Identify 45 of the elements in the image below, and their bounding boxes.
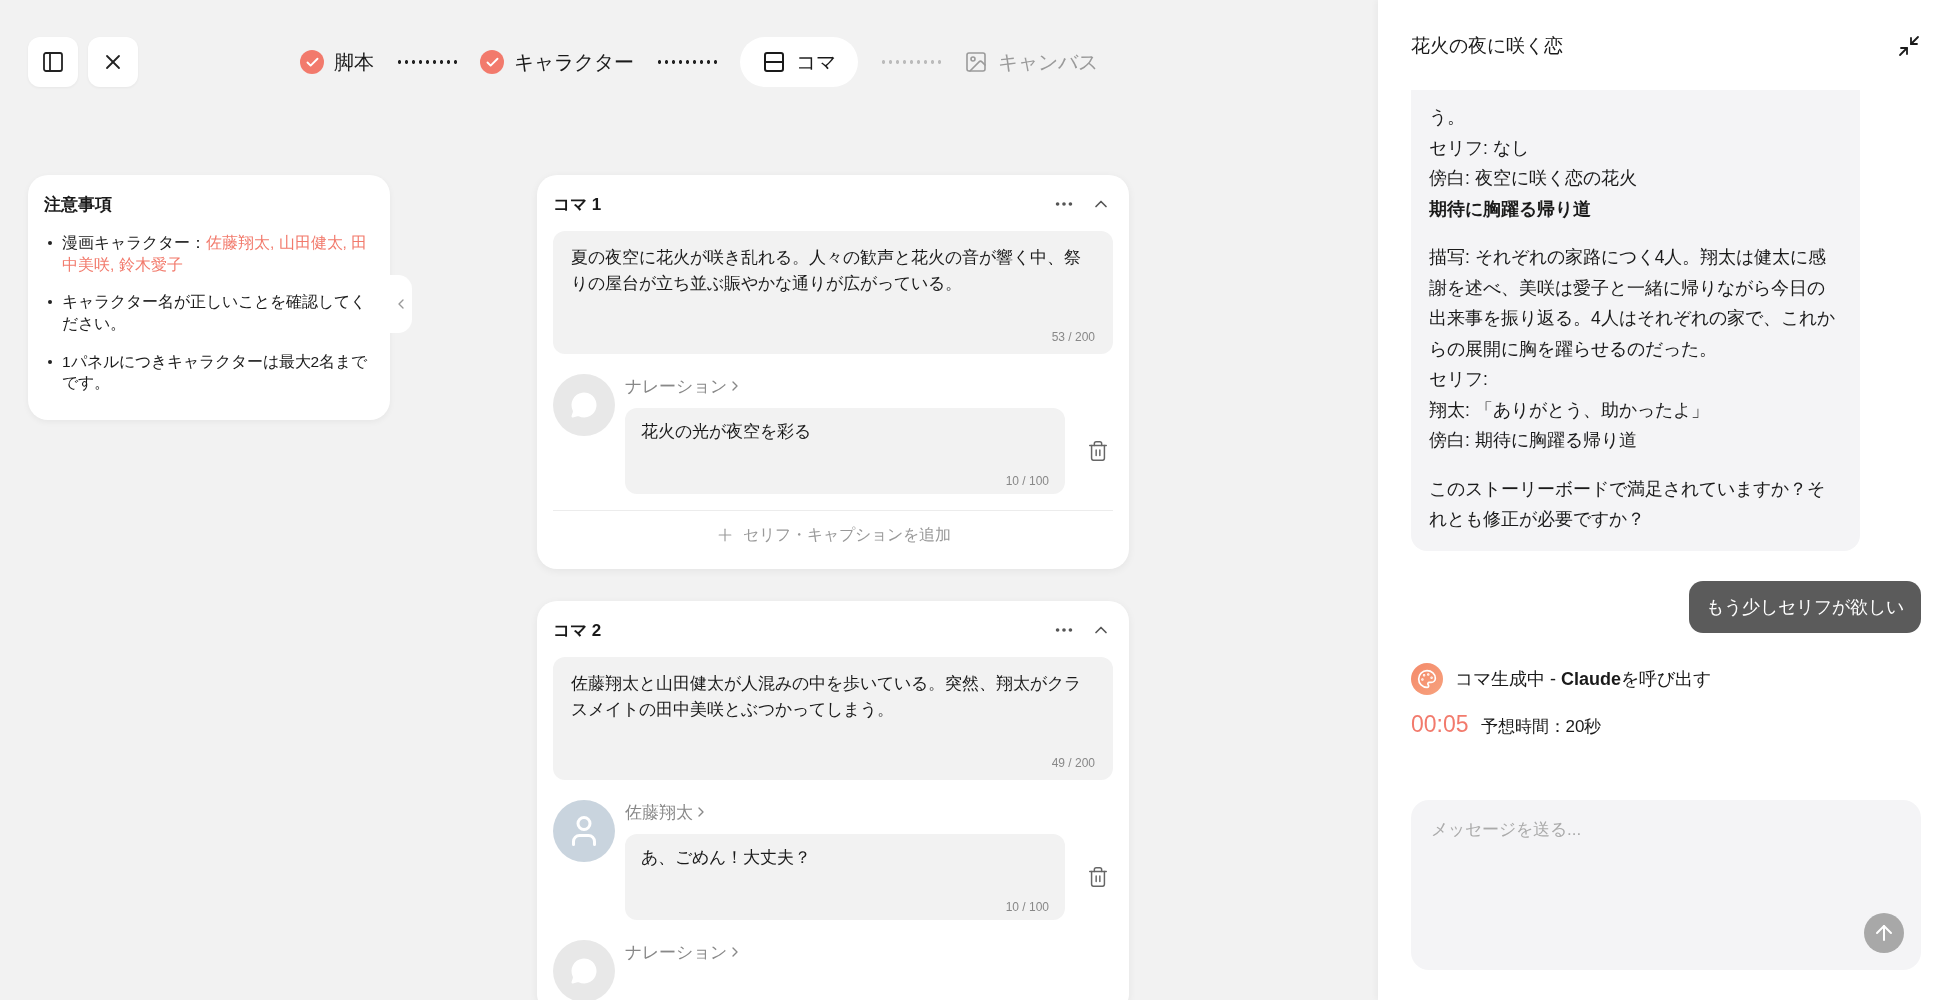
message-text: セリフ: [1429, 368, 1489, 391]
char-count: 49 / 200 [1051, 756, 1095, 770]
char-count: 10 / 100 [1005, 474, 1049, 488]
panel-title: コマ 1 [553, 193, 603, 216]
estimate-text: 予想時間：20秒 [1480, 715, 1602, 738]
dialogue-field[interactable]: 花火の光が夜空を彩る 10 / 100 [625, 408, 1065, 494]
status-text: コマ生成中 - Claudeを呼び出す [1455, 667, 1711, 691]
message-text: このストーリーボードで満足されていますか？それとも修正が必要ですか？ [1429, 477, 1826, 531]
note-text: 漫画キャラクター：佐藤翔太, 山田健太, 田中美咲, 鈴木愛子 [62, 233, 369, 275]
step-tab[interactable]: キャラクター [480, 37, 634, 87]
trash-icon[interactable] [1087, 440, 1109, 462]
description-field[interactable]: 佐藤翔太と山田健太が人混みの中を歩いている。突然、翔太がクラスメイトの田中美咲とぶつかってしまう。 49 / 200 [553, 657, 1113, 780]
notes-title: 注意事項 [44, 194, 113, 216]
message-text: う。 [1429, 106, 1466, 129]
message-heading: 期待に胸躍る帰り道 [1429, 197, 1592, 221]
speaker-selector[interactable]: ナレーション [625, 940, 1113, 964]
palette-icon [1411, 662, 1443, 695]
timer: 00:05 [1411, 710, 1469, 738]
message-text: 傍白: 夜空に咲く恋の花火 [1429, 167, 1638, 190]
step-tab[interactable]: 脚本 [300, 37, 374, 87]
speaker-selector[interactable]: 佐藤翔太 [625, 800, 1113, 824]
minimize-icon[interactable] [1897, 34, 1921, 58]
char-count: 53 / 200 [1051, 330, 1095, 344]
message-text: セリフ: なし [1429, 136, 1530, 160]
bullet-icon [48, 359, 52, 364]
trash-icon[interactable] [1087, 866, 1109, 888]
dialogue-field[interactable]: あ、ごめん！大丈夫？ 10 / 100 [625, 834, 1065, 920]
bullet-icon [48, 300, 52, 305]
sidebar-icon [41, 50, 65, 74]
message-text: 描写: それぞれの家路につく4人。翔太は健太に感謝を述べ、美咲は愛子と一緒に帰りながら今日の出来事を振り返る。4人はそれぞれの家で、これからの展開に胸を躍らせるのだった。 [1429, 246, 1836, 361]
bullet-icon [48, 241, 52, 245]
note-text: キャラクター名が正しいことを確認してください。 [62, 292, 367, 335]
note-text: 1パネルにつきキャラクターは最大2名までです。 [62, 351, 369, 394]
speaker-selector[interactable]: ナレーション [625, 374, 1113, 398]
message-input[interactable]: メッセージを送る... [1411, 800, 1921, 970]
chat-title: 花火の夜に咲く恋 [1411, 34, 1564, 58]
close-button[interactable] [88, 37, 138, 87]
message-text: 翔太: 「ありがとう、助かったよ」 [1429, 398, 1710, 422]
message-text: 傍白: 期待に胸躍る帰り道 [1429, 429, 1638, 452]
step-tab[interactable]: コマ [740, 37, 858, 87]
user-message: もう少しセリフが欲しい [1689, 580, 1921, 633]
char-count: 10 / 100 [1005, 900, 1049, 914]
description-field[interactable]: 夏の夜空に花火が咲き乱れる。人々の歓声と花火の音が響く中、祭りの屋台が立ち並ぶ賑やかな通りが広がっている。 53 / 200 [553, 231, 1113, 354]
sidebar-toggle-button[interactable] [28, 37, 78, 87]
panel-title: コマ 2 [553, 619, 603, 642]
